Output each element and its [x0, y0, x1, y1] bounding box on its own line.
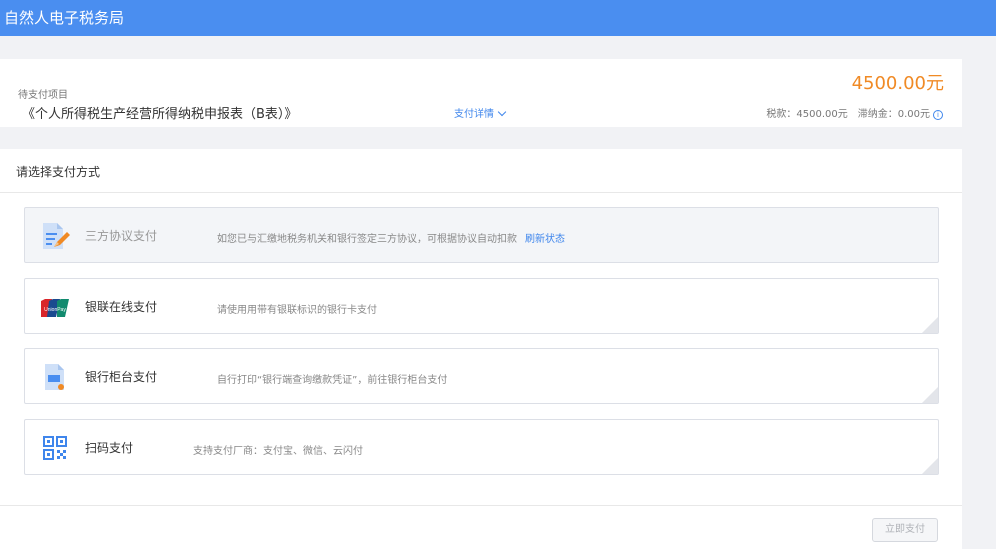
corner-decoration [922, 387, 938, 403]
option-desc: 请使用用带有银联标识的银行卡支付 [217, 305, 377, 316]
corner-decoration [922, 458, 938, 474]
option-desc: 如您已与汇缴地税务机关和银行签定三方协议，可根据协议自动扣款 刷新状态 [217, 230, 565, 245]
print-document-icon [40, 362, 70, 392]
qr-code-icon [40, 433, 70, 463]
amount-breakdown: 税款：4500.00元 滞纳金：0.00元 i [766, 105, 943, 120]
app-title: 自然人电子税务局 [4, 9, 125, 27]
panel-title: 请选择支付方式 [16, 165, 101, 179]
option-unionpay-online[interactable]: UnionPay 银联在线支付 请使用用带有银联标识的银行卡支付 [24, 278, 939, 334]
payment-summary: 待支付项目 《个人所得税生产经营所得纳税申报表（B表）》 支付详情 4500.0… [0, 59, 962, 127]
pending-label: 待支付项目 [18, 90, 68, 101]
option-desc: 自行打印“银行端查询缴款凭证”，前往银行柜台支付 [217, 375, 448, 386]
option-label: 银联在线支付 [85, 300, 158, 314]
chevron-down-icon [497, 107, 507, 117]
option-label: 扫码支付 [85, 441, 134, 455]
detail-link-label: 支付详情 [454, 109, 494, 120]
item-name: 《个人所得税生产经营所得纳税申报表（B表）》 [22, 107, 298, 122]
divider [0, 505, 962, 506]
corner-decoration [922, 317, 938, 333]
unionpay-icon: UnionPay [40, 292, 70, 322]
option-bank-counter[interactable]: 银行柜台支付 自行打印“银行端查询缴款凭证”，前往银行柜台支付 [24, 348, 939, 404]
option-desc-text: 如您已与汇缴地税务机关和银行签定三方协议，可根据协议自动扣款 [217, 234, 517, 245]
svg-text:UnionPay: UnionPay [44, 307, 66, 313]
pay-now-button[interactable]: 立即支付 [872, 518, 938, 542]
option-qr-scan[interactable]: 扫码支付 支持支付厂商：支付宝、微信、云闪付 [24, 419, 939, 475]
divider [0, 192, 962, 193]
total-amount: 4500.00元 [851, 73, 944, 94]
option-desc: 支持支付厂商：支付宝、微信、云闪付 [193, 446, 363, 457]
option-label: 银行柜台支付 [85, 370, 158, 384]
document-pen-icon [40, 221, 70, 251]
top-bar: 自然人电子税务局 [0, 0, 996, 36]
breakdown-text: 税款：4500.00元 滞纳金：0.00元 [766, 109, 930, 120]
payment-detail-link[interactable]: 支付详情 [454, 105, 507, 120]
refresh-status-link[interactable]: 刷新状态 [525, 234, 565, 245]
payment-method-panel: 请选择支付方式 三方协议支付 如您已与汇缴地税务机关和银行签定三方协议，可根据协… [0, 149, 962, 549]
info-icon[interactable]: i [933, 110, 943, 120]
option-tripartite-payment[interactable]: 三方协议支付 如您已与汇缴地税务机关和银行签定三方协议，可根据协议自动扣款 刷新状… [24, 207, 939, 263]
option-label: 三方协议支付 [85, 229, 158, 243]
